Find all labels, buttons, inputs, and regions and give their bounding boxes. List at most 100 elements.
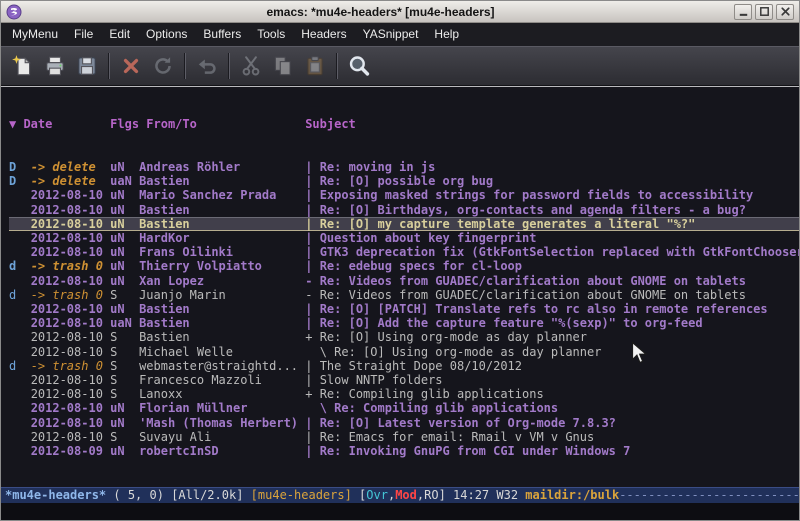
message-flags: S [110, 430, 139, 444]
emacs-window: emacs: *mu4e-headers* [mu4e-headers] MyM… [0, 0, 800, 521]
message-flags: uN [110, 444, 139, 458]
mark-indicator [9, 444, 31, 458]
message-subject: | Re: moving in js [305, 160, 435, 174]
message-sender: HardKor [139, 231, 305, 245]
new-file-button[interactable] [7, 50, 39, 82]
minibuffer[interactable] [1, 503, 799, 520]
message-row[interactable]: 2012-08-10 S Francesco Mazzoli | Slow NN… [9, 373, 799, 387]
mark-indicator [9, 401, 31, 415]
menu-options[interactable]: Options [138, 23, 195, 46]
mark-indicator [9, 203, 31, 217]
title-bar[interactable]: emacs: *mu4e-headers* [mu4e-headers] [1, 1, 799, 23]
message-row[interactable]: D -> delete uaN Bastien | Re: [O] possib… [9, 174, 799, 188]
copy-button[interactable] [267, 50, 299, 82]
menu-edit[interactable]: Edit [101, 23, 138, 46]
message-date: 2012-08-10 [31, 330, 110, 344]
message-sender: Frans Oilinki [139, 245, 305, 259]
message-row[interactable]: d -> trash 0 S Juanjo Marin - Re: Videos… [9, 288, 799, 302]
mark-indicator: d [9, 359, 31, 373]
undo-button[interactable] [191, 50, 223, 82]
menu-headers[interactable]: Headers [293, 23, 354, 46]
menu-yasnippet[interactable]: YASnippet [355, 23, 427, 46]
menu-buffers[interactable]: Buffers [195, 23, 249, 46]
message-date: -> trash 0 [31, 359, 110, 373]
mode-line[interactable]: *mu4e-headers* ( 5, 0) [All/2.0k] [mu4e-… [1, 487, 799, 503]
mu4e-headers-buffer: ▼ Date Flgs From/To Subject D -> delete … [1, 86, 799, 487]
mark-indicator [9, 345, 31, 359]
message-date: 2012-08-09 [31, 444, 110, 458]
message-subject: + Re: [O] Using org-mode as day planner [305, 330, 587, 344]
message-flags: uN [110, 245, 139, 259]
message-subject: | Re: [O] [PATCH] Translate refs to rc a… [305, 302, 767, 316]
message-flags: uN [110, 416, 139, 430]
toolbar-separator [108, 53, 110, 79]
modeline-segment-plain: [ [352, 488, 366, 502]
message-sender: Florian Müllner [139, 401, 305, 415]
message-row[interactable]: 2012-08-10 uN Bastien | Re: [O] [PATCH] … [9, 302, 799, 316]
message-flags: uN [110, 302, 139, 316]
message-row[interactable]: 2012-08-09 uN robertcInSD | Re: Invoking… [9, 444, 799, 458]
message-row[interactable]: 2012-08-10 uN Xan Lopez - Re: Videos fro… [9, 274, 799, 288]
message-row[interactable]: d -> trash 0 uN Thierry Volpiatto | Re: … [9, 259, 799, 273]
message-date: 2012-08-10 [31, 217, 110, 231]
save-button[interactable] [71, 50, 103, 82]
message-row[interactable]: 2012-08-10 S Suvayu Ali | Re: Emacs for … [9, 430, 799, 444]
maximize-button[interactable] [755, 4, 773, 20]
message-sender: Suvayu Ali [139, 430, 305, 444]
mark-indicator [9, 274, 31, 288]
menu-help[interactable]: Help [426, 23, 467, 46]
message-subject: - Re: Videos from GUADEC/clarification a… [305, 288, 746, 302]
message-subject: \ Re: [O] Using org-mode as day planner [305, 345, 601, 359]
message-flags: uN [110, 217, 139, 231]
modeline-segment-plain: ( 5, 0) [106, 488, 171, 502]
message-row[interactable]: 2012-08-10 S Bastien + Re: [O] Using org… [9, 330, 799, 344]
message-sender: Juanjo Marin [139, 288, 305, 302]
search-button[interactable] [343, 50, 375, 82]
message-sender: 'Mash (Thomas Herbert) [139, 416, 305, 430]
message-row[interactable]: 2012-08-10 uN Bastien | Re: [O] my captu… [9, 217, 799, 231]
message-subject: | The Straight Dope 08/10/2012 [305, 359, 522, 373]
message-row[interactable]: 2012-08-10 S Michael Welle \ Re: [O] Usi… [9, 345, 799, 359]
message-row[interactable]: D -> delete uN Andreas Röhler | Re: movi… [9, 160, 799, 174]
print-button[interactable] [39, 50, 71, 82]
message-flags: uN [110, 401, 139, 415]
message-row[interactable]: 2012-08-10 uN Florian Müllner \ Re: Comp… [9, 401, 799, 415]
message-subject: + Re: Compiling glib applications [305, 387, 543, 401]
mark-indicator [9, 387, 31, 401]
message-date: -> trash 0 [31, 288, 110, 302]
minimize-button[interactable] [734, 4, 752, 20]
message-date: 2012-08-10 [31, 302, 110, 316]
modeline-segment-dim: ----------------------------------------… [619, 488, 799, 502]
mark-indicator [9, 231, 31, 245]
message-flags: S [110, 387, 139, 401]
message-row[interactable]: d -> trash 0 S webmaster@straightd... | … [9, 359, 799, 373]
revert-button[interactable] [147, 50, 179, 82]
message-row[interactable]: 2012-08-10 S Lanoxx + Re: Compiling glib… [9, 387, 799, 401]
message-row[interactable]: 2012-08-10 uN Bastien | Re: [O] Birthday… [9, 203, 799, 217]
mark-indicator: D [9, 174, 31, 188]
menu-tools[interactable]: Tools [249, 23, 293, 46]
message-sender: Bastien [139, 217, 305, 231]
menu-file[interactable]: File [66, 23, 101, 46]
message-row[interactable]: 2012-08-10 uN 'Mash (Thomas Herbert) | R… [9, 416, 799, 430]
message-row[interactable]: 2012-08-10 uaN Bastien | Re: [O] Add the… [9, 316, 799, 330]
message-sender: Lanoxx [139, 387, 305, 401]
message-flags: uN [110, 160, 139, 174]
message-row[interactable]: 2012-08-10 uN Frans Oilinki | GTK3 depre… [9, 245, 799, 259]
message-subject: | Question about key fingerprint [305, 231, 536, 245]
mark-indicator [9, 245, 31, 259]
message-sender: webmaster@straightd... [139, 359, 305, 373]
paste-button[interactable] [299, 50, 331, 82]
modeline-segment-cyan: Ovr [366, 488, 388, 502]
message-sender: Francesco Mazzoli [139, 373, 305, 387]
close-button[interactable] [115, 50, 147, 82]
close-button[interactable] [776, 4, 794, 20]
menu-mymenu[interactable]: MyMenu [4, 23, 66, 46]
cut-button[interactable] [235, 50, 267, 82]
message-row[interactable]: 2012-08-10 uN Mario Sanchez Prada | Expo… [9, 188, 799, 202]
message-date: -> delete [31, 174, 110, 188]
message-sender: Thierry Volpiatto [139, 259, 305, 273]
headers-list: D -> delete uN Andreas Röhler | Re: movi… [9, 160, 799, 458]
message-row[interactable]: 2012-08-10 uN HardKor | Question about k… [9, 231, 799, 245]
message-flags: uaN [110, 174, 139, 188]
